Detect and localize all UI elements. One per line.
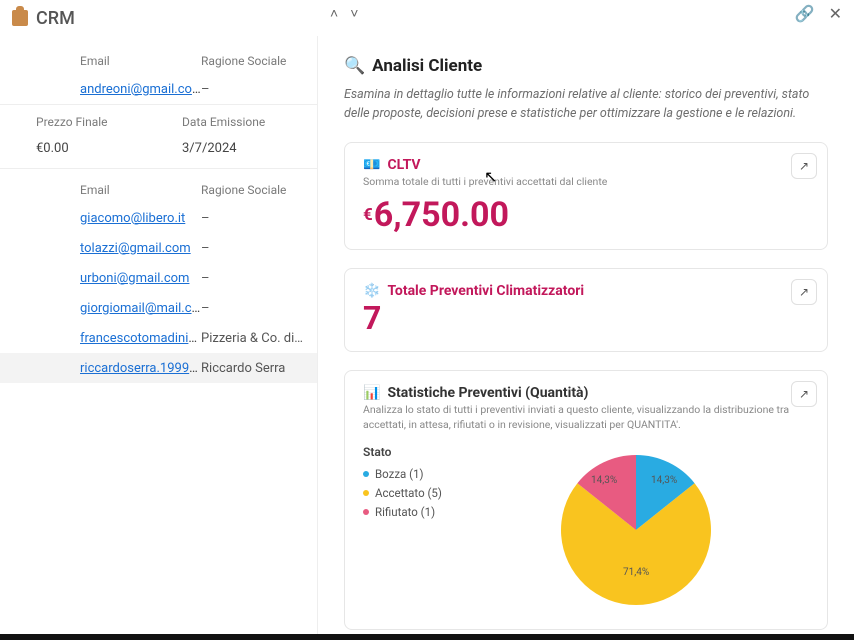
- email-link[interactable]: tolazzi@gmail.com: [80, 241, 191, 256]
- stats-subtitle: Analizza lo stato di tutti i preventivi …: [363, 403, 809, 432]
- email-link[interactable]: giorgiomail@mail.com: [80, 301, 201, 316]
- ragione-cell: Riccardo Serra: [201, 361, 305, 376]
- app-title: CRM: [36, 8, 75, 29]
- legend-label: Rifiutato (1): [375, 505, 435, 519]
- briefcase-icon: [12, 10, 28, 26]
- cltv-subtitle: Somma totale di tutti i preventivi accet…: [363, 175, 809, 190]
- pie-label: 14,3%: [651, 475, 677, 486]
- cltv-card: ↗ 💶 CLTV Somma totale di tutti i prevent…: [344, 142, 828, 251]
- ragione-cell: –: [201, 241, 305, 256]
- panel-description: Esamina in dettaglio tutte le informazio…: [344, 86, 828, 124]
- hdr-prezzo: Prezzo Finale: [36, 115, 182, 129]
- pie-chart: 14,3% 71,4% 14,3%: [551, 445, 721, 615]
- email-link[interactable]: andreoni@gmail.com: [80, 82, 201, 97]
- hdr-email: Email: [80, 54, 201, 68]
- legend-item: Bozza (1): [363, 467, 533, 481]
- email-link[interactable]: urboni@gmail.com: [80, 271, 189, 286]
- legend-title: Stato: [363, 445, 533, 459]
- legend-dot: [363, 509, 369, 515]
- cltv-title: 💶 CLTV: [363, 157, 809, 173]
- list-item[interactable]: francescotomadini@l… Pizzeria & Co. di F…: [0, 323, 317, 353]
- panel-title: 🔍 Analisi Cliente: [344, 56, 828, 76]
- list-item[interactable]: giacomo@libero.it –: [0, 203, 317, 233]
- email-link[interactable]: giacomo@libero.it: [80, 211, 185, 226]
- total-title-text: Totale Preventivi Climatizzatori: [387, 283, 584, 299]
- list-item[interactable]: giorgiomail@mail.com –: [0, 293, 317, 323]
- total-card: ↗ ❄️ Totale Preventivi Climatizzatori 7: [344, 268, 828, 352]
- list-item[interactable]: urboni@gmail.com –: [0, 263, 317, 293]
- pie-label: 14,3%: [591, 475, 617, 486]
- legend-dot: [363, 471, 369, 477]
- pie-svg: [551, 445, 721, 615]
- email-link[interactable]: riccardoserra.1999@…: [80, 361, 201, 376]
- cltv-title-text: CLTV: [387, 157, 420, 173]
- legend-label: Accettato (5): [375, 486, 442, 500]
- cltv-value: €6,750.00: [363, 195, 809, 235]
- hdr-data: Data Emissione: [182, 115, 265, 129]
- hdr-ragione: Ragione Sociale: [201, 54, 305, 68]
- snowflake-icon: ❄️: [363, 283, 380, 299]
- ragione-cell: –: [201, 271, 305, 286]
- legend-label: Bozza (1): [375, 467, 424, 481]
- stats-body: Stato Bozza (1) Accettato (5) Rifiutato …: [363, 445, 809, 615]
- pie-label: 71,4%: [623, 567, 649, 578]
- expand-icon[interactable]: ↗: [791, 153, 817, 179]
- chevron-down-icon[interactable]: ˅: [350, 5, 358, 22]
- legend-dot: [363, 490, 369, 496]
- left-header-b: Prezzo Finale Data Emissione: [0, 104, 317, 135]
- left-header-a: Email Ragione Sociale: [0, 36, 317, 74]
- right-pane: ˄ ˅ 🔗 ✕ 🔍 Analisi Cliente Esamina in det…: [318, 0, 854, 640]
- close-icon[interactable]: ✕: [829, 4, 842, 23]
- stats-card: ↗ 📊 Statistiche Preventivi (Quantità) An…: [344, 370, 828, 629]
- hdr-ragione: Ragione Sociale: [201, 183, 305, 197]
- chart-icon: 📊: [363, 385, 380, 401]
- ragione-cell: –: [201, 301, 305, 316]
- total-title: ❄️ Totale Preventivi Climatizzatori: [363, 283, 809, 299]
- chevron-up-icon[interactable]: ˄: [330, 5, 338, 22]
- detail-row: €0.00 3/7/2024: [0, 135, 317, 169]
- panel-title-text: Analisi Cliente: [372, 56, 482, 76]
- ragione-cell: –: [201, 82, 305, 97]
- pie-legend: Stato Bozza (1) Accettato (5) Rifiutato …: [363, 445, 533, 615]
- email-link[interactable]: francescotomadini@l…: [80, 331, 201, 346]
- panel-body: 🔍 Analisi Cliente Esamina in dettaglio t…: [318, 26, 854, 640]
- stats-title-text: Statistiche Preventivi (Quantità): [387, 385, 588, 401]
- bottom-bar: [0, 634, 854, 640]
- cltv-amount: 6,750.00: [374, 195, 509, 235]
- prezzo-val: €0.00: [36, 141, 182, 156]
- ragione-cell: Pizzeria & Co. di Fran: [201, 331, 305, 346]
- data-val: 3/7/2024: [182, 141, 237, 156]
- panel-toolbar: ˄ ˅ 🔗 ✕: [318, 0, 854, 26]
- stats-title: 📊 Statistiche Preventivi (Quantità): [363, 385, 809, 401]
- total-value: 7: [363, 299, 809, 337]
- link-icon[interactable]: 🔗: [795, 4, 815, 23]
- hdr-email: Email: [80, 183, 201, 197]
- left-header-c: Email Ragione Sociale: [0, 169, 317, 203]
- list-item[interactable]: tolazzi@gmail.com –: [0, 233, 317, 263]
- ragione-cell: –: [201, 211, 305, 226]
- magnifier-icon: 🔍: [344, 56, 365, 76]
- legend-item: Accettato (5): [363, 486, 533, 500]
- list-item-selected[interactable]: riccardoserra.1999@… Riccardo Serra: [0, 353, 317, 383]
- list-item[interactable]: andreoni@gmail.com –: [0, 74, 317, 104]
- cash-icon: 💶: [363, 157, 380, 173]
- cltv-currency: €: [363, 205, 373, 225]
- left-pane: Email Ragione Sociale andreoni@gmail.com…: [0, 36, 318, 640]
- legend-item: Rifiutato (1): [363, 505, 533, 519]
- expand-icon[interactable]: ↗: [791, 381, 817, 407]
- expand-icon[interactable]: ↗: [791, 279, 817, 305]
